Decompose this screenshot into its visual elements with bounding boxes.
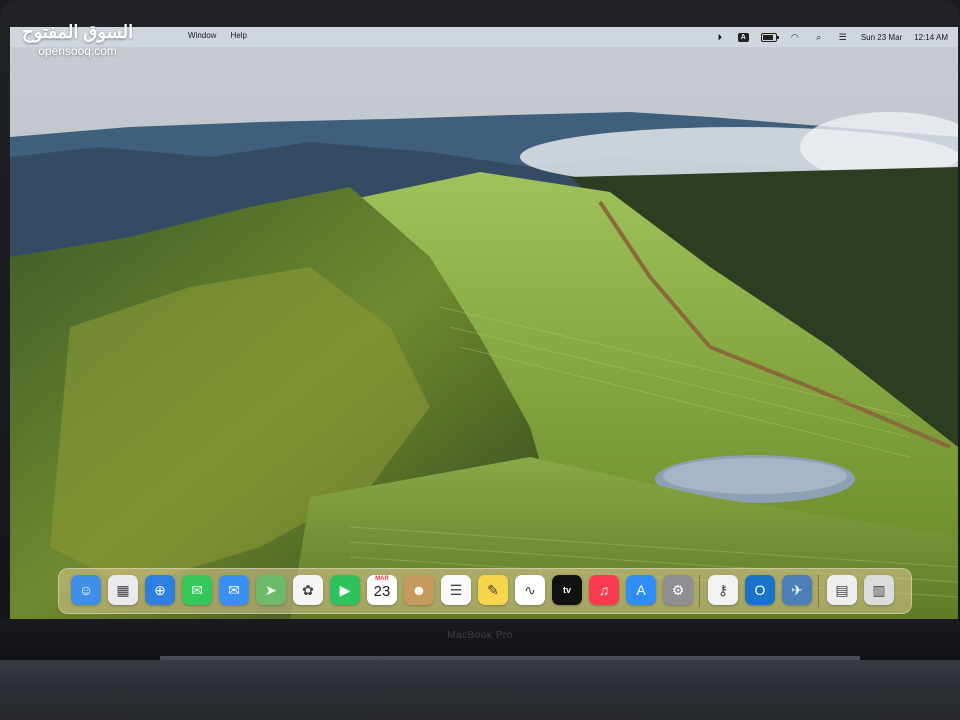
launchpad-icon[interactable]: ▦ bbox=[108, 575, 138, 605]
mail-icon[interactable]: ✉ bbox=[219, 575, 249, 605]
wifi-icon[interactable]: ◠ bbox=[789, 32, 801, 42]
input-source-a-icon[interactable]: A bbox=[737, 32, 749, 42]
play-circle-icon[interactable]: ⏵ bbox=[714, 32, 726, 42]
maps-icon[interactable]: ➤ bbox=[256, 575, 286, 605]
desktop-screen: Window Help ⏵ A ◠ ⌕ ☰ Sun 23 Mar 12:14 A… bbox=[10, 27, 958, 619]
document-icon[interactable]: ▤ bbox=[827, 575, 857, 605]
photos-icon[interactable]: ✿ bbox=[293, 575, 323, 605]
search-icon[interactable]: ⌕ bbox=[813, 32, 825, 42]
settings-gear-icon[interactable]: ⚙ bbox=[663, 575, 693, 605]
tv-label: tv bbox=[562, 585, 571, 595]
menu-bar: Window Help ⏵ A ◠ ⌕ ☰ Sun 23 Mar 12:14 A… bbox=[10, 27, 958, 47]
menu-item-window[interactable]: Window bbox=[188, 31, 216, 40]
keychain-icon[interactable]: ⚷ bbox=[708, 575, 738, 605]
watermark-latin: opensooq.com bbox=[38, 44, 117, 58]
calendar-day: 23 bbox=[373, 583, 391, 600]
contacts-icon[interactable]: ☻ bbox=[404, 575, 434, 605]
dock-separator bbox=[818, 575, 819, 607]
dock-separator bbox=[699, 575, 700, 607]
freeform-icon[interactable]: ∿ bbox=[515, 575, 545, 605]
outlook-icon[interactable]: O bbox=[745, 575, 775, 605]
music-icon[interactable]: ♫ bbox=[589, 575, 619, 605]
notes-icon[interactable]: ✎ bbox=[478, 575, 508, 605]
model-label: MacBook Pro bbox=[447, 630, 513, 641]
menubar-date[interactable]: Sun 23 Mar bbox=[861, 33, 902, 42]
finder-icon[interactable]: ☺ bbox=[71, 575, 101, 605]
control-center-icon[interactable]: ☰ bbox=[837, 32, 849, 42]
facetime-icon[interactable]: ▶ bbox=[330, 575, 360, 605]
app-store-icon[interactable]: A bbox=[626, 575, 656, 605]
laptop-base bbox=[0, 660, 960, 720]
safari-icon[interactable]: ⊕ bbox=[145, 575, 175, 605]
battery-icon[interactable] bbox=[760, 32, 779, 42]
watermark-arabic: السوق المفتوح bbox=[22, 22, 134, 42]
dock: ☺ ▦ ⊕ ✉ ✉ ➤ ✿ ▶ MAR 23 ☻ ☰ ✎ ∿ tv ♫ A ⚙ ⚷ O ✈ ▤ ▥ bbox=[58, 568, 912, 614]
calendar-icon[interactable]: MAR 23 bbox=[367, 575, 397, 605]
reminders-icon[interactable]: ☰ bbox=[441, 575, 471, 605]
plane-game-icon[interactable]: ✈ bbox=[782, 575, 812, 605]
trash-icon[interactable]: ▥ bbox=[864, 575, 894, 605]
menubar-time[interactable]: 12:14 AM bbox=[914, 33, 948, 42]
messages-icon[interactable]: ✉ bbox=[182, 575, 212, 605]
opensooq-watermark: السوق المفتوح opensooq.com bbox=[22, 22, 133, 58]
menu-item-help[interactable]: Help bbox=[230, 31, 246, 40]
apple-tv-icon[interactable]: tv bbox=[552, 575, 582, 605]
calendar-month: MAR bbox=[375, 576, 389, 582]
wallpaper-image bbox=[10, 27, 958, 619]
